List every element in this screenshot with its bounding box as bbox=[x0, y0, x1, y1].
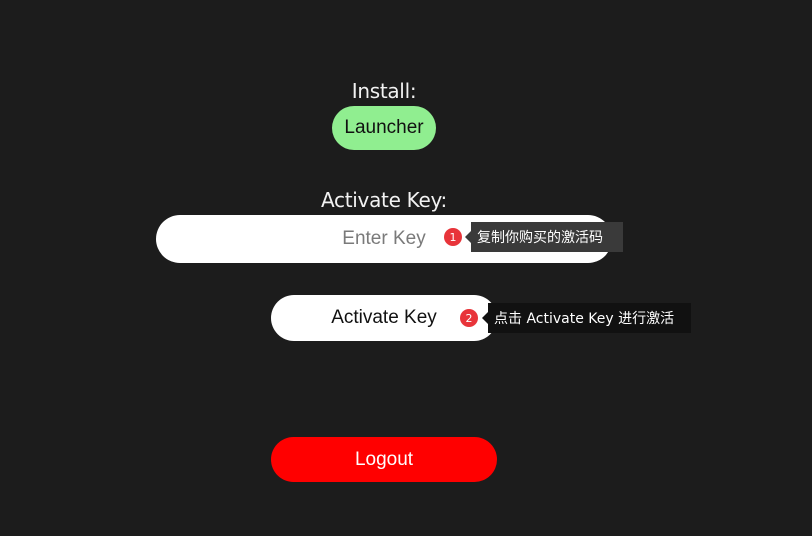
step-2-badge: 2 bbox=[460, 309, 478, 327]
step-1-tooltip: 复制你购买的激活码 bbox=[465, 222, 623, 252]
step-2-tooltip: 点击 Activate Key 进行激活 bbox=[482, 303, 691, 333]
launcher-button[interactable]: Launcher bbox=[332, 106, 436, 150]
step-1-badge: 1 bbox=[444, 228, 462, 246]
activate-key-label: Activate Key: bbox=[321, 188, 447, 212]
logout-button[interactable]: Logout bbox=[271, 437, 497, 482]
install-label: Install: bbox=[351, 79, 417, 103]
license-panel: Install: Launcher Activate Key: Activate… bbox=[0, 0, 812, 536]
